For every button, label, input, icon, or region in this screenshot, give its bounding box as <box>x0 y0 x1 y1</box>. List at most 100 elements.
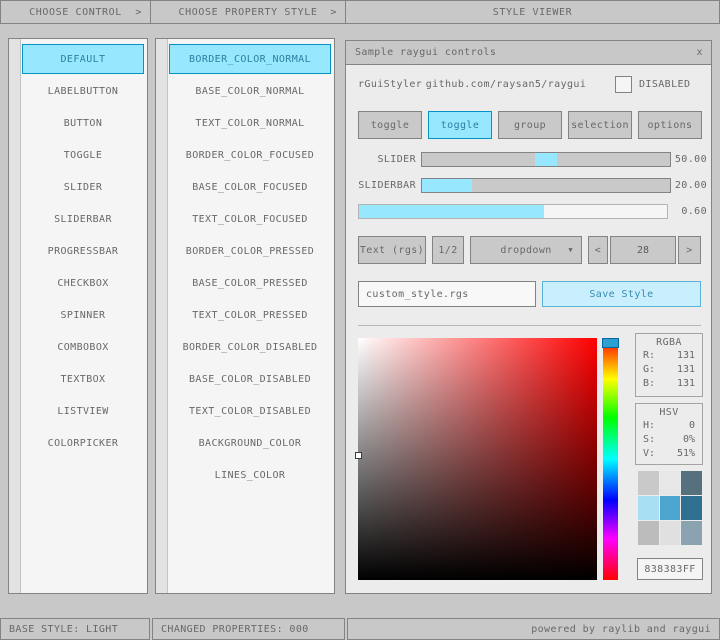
property-item-border-color-focused[interactable]: BORDER_COLOR_FOCUSED <box>169 140 331 170</box>
style-swatch <box>638 521 659 545</box>
spinner-increment-button[interactable]: > <box>678 236 701 264</box>
slider-track[interactable] <box>421 152 671 167</box>
property-item-text-color-focused[interactable]: TEXT_COLOR_FOCUSED <box>169 204 331 234</box>
hsv-s-value: 0% <box>683 434 695 445</box>
breadcrumb-label: CHOOSE PROPERTY STYLE <box>178 7 317 18</box>
toggle-group-item-4[interactable]: options <box>638 111 702 139</box>
rgba-b-value: 131 <box>677 378 695 389</box>
property-item-text-color-pressed[interactable]: TEXT_COLOR_PRESSED <box>169 300 331 330</box>
toggle-group-item-1[interactable]: toggle <box>428 111 492 139</box>
color-saturation-value-panel[interactable] <box>358 338 597 580</box>
style-swatch <box>681 471 702 495</box>
breadcrumb-choose-control: CHOOSE CONTROL > <box>0 0 151 24</box>
toggle-group-item-0[interactable]: toggle <box>358 111 422 139</box>
rgba-r-label: R: <box>643 350 655 361</box>
breadcrumb-style-viewer: STYLE VIEWER <box>345 0 720 24</box>
controls-list-scrollbar[interactable] <box>9 39 21 593</box>
property-item-border-color-pressed[interactable]: BORDER_COLOR_PRESSED <box>169 236 331 266</box>
hsv-h-label: H: <box>643 420 655 431</box>
property-item-background-color[interactable]: BACKGROUND_COLOR <box>169 428 331 458</box>
property-item-text-color-disabled[interactable]: TEXT_COLOR_DISABLED <box>169 396 331 426</box>
filename-input[interactable]: custom_style.rgs <box>358 281 536 307</box>
hue-bar[interactable] <box>603 338 618 580</box>
slider-handle[interactable] <box>535 153 557 166</box>
control-item-combobox[interactable]: COMBOBOX <box>22 332 144 362</box>
rgba-row-g: G: 131 <box>636 362 702 376</box>
toggle-group-item-3[interactable]: selection <box>568 111 632 139</box>
property-item-text-color-normal[interactable]: TEXT_COLOR_NORMAL <box>169 108 331 138</box>
color-cursor[interactable] <box>355 452 362 459</box>
property-item-border-color-normal[interactable]: BORDER_COLOR_NORMAL <box>169 44 331 74</box>
control-item-listview[interactable]: LISTVIEW <box>22 396 144 426</box>
property-item-lines-color[interactable]: LINES_COLOR <box>169 460 331 490</box>
window-titlebar[interactable]: Sample raygui controls x <box>346 41 711 65</box>
sliderbar-label: SLIDERBAR <box>346 180 416 191</box>
progressbar-value: 0.60 <box>673 206 707 217</box>
property-item-base-color-normal[interactable]: BASE_COLOR_NORMAL <box>169 76 331 106</box>
hsv-v-value: 51% <box>677 448 695 459</box>
control-item-labelbutton[interactable]: LABELBUTTON <box>22 76 144 106</box>
close-icon[interactable]: x <box>691 44 708 61</box>
property-item-border-color-disabled[interactable]: BORDER_COLOR_DISABLED <box>169 332 331 362</box>
rgba-r-value: 131 <box>677 350 695 361</box>
style-swatch <box>660 471 681 495</box>
control-item-textbox[interactable]: TEXTBOX <box>22 364 144 394</box>
arrow-right-icon: > <box>135 7 142 18</box>
property-item-base-color-disabled[interactable]: BASE_COLOR_DISABLED <box>169 364 331 394</box>
sliderbar-track[interactable] <box>421 178 671 193</box>
half-button[interactable]: 1/2 <box>432 236 464 264</box>
control-item-slider[interactable]: SLIDER <box>22 172 144 202</box>
hsv-group: HSV H: 0 S: 0% V: 51% <box>635 403 703 465</box>
control-item-spinner[interactable]: SPINNER <box>22 300 144 330</box>
control-item-default[interactable]: DEFAULT <box>22 44 144 74</box>
spinner-value[interactable]: 28 <box>610 236 676 264</box>
disabled-checkbox[interactable] <box>615 76 632 93</box>
status-base-style: BASE STYLE: LIGHT <box>0 618 150 640</box>
style-swatch <box>638 471 659 495</box>
rgba-group: RGBA R: 131 G: 131 B: 131 <box>635 333 703 397</box>
sample-controls-window: Sample raygui controls x rGuiStyler gith… <box>345 40 712 594</box>
control-item-checkbox[interactable]: CHECKBOX <box>22 268 144 298</box>
control-item-toggle[interactable]: TOGGLE <box>22 140 144 170</box>
hsv-row-h: H: 0 <box>636 418 702 432</box>
control-item-progressbar[interactable]: PROGRESSBAR <box>22 236 144 266</box>
slider-label: SLIDER <box>346 154 416 165</box>
status-powered-by-label: powered by raylib and raygui <box>531 624 711 635</box>
breadcrumb-label: STYLE VIEWER <box>493 7 572 18</box>
dropdown-label: dropdown <box>500 245 551 256</box>
control-item-button[interactable]: BUTTON <box>22 108 144 138</box>
progressbar <box>358 204 668 219</box>
style-swatch <box>660 496 681 520</box>
rguistyler-app: CHOOSE CONTROL > CHOOSE PROPERTY STYLE >… <box>0 0 720 640</box>
sliderbar-fill <box>422 179 472 192</box>
toggle-group-item-2[interactable]: group <box>498 111 562 139</box>
status-powered-by: powered by raylib and raygui <box>347 618 720 640</box>
breadcrumb-choose-property-style: CHOOSE PROPERTY STYLE > <box>150 0 346 24</box>
rgba-title: RGBA <box>636 334 702 348</box>
rgba-g-value: 131 <box>677 364 695 375</box>
hsv-s-label: S: <box>643 434 655 445</box>
style-swatch <box>660 521 681 545</box>
spinner-decrement-button[interactable]: < <box>588 236 608 264</box>
hue-handle[interactable] <box>602 338 619 348</box>
properties-list-scrollbar[interactable] <box>156 39 168 593</box>
style-swatch <box>638 496 659 520</box>
dropdown[interactable]: dropdown ▼ <box>470 236 582 264</box>
property-item-base-color-pressed[interactable]: BASE_COLOR_PRESSED <box>169 268 331 298</box>
chevron-down-icon: ▼ <box>568 246 573 254</box>
controls-list-panel: DEFAULT LABELBUTTON BUTTON TOGGLE SLIDER… <box>8 38 148 594</box>
control-item-colorpicker[interactable]: COLORPICKER <box>22 428 144 458</box>
text-rgs-button[interactable]: Text (rgs) <box>358 236 426 264</box>
disabled-checkbox-label: DISABLED <box>639 79 690 90</box>
status-changed-properties: CHANGED PROPERTIES: 000 <box>152 618 345 640</box>
control-item-sliderbar[interactable]: SLIDERBAR <box>22 204 144 234</box>
hsv-row-v: V: 51% <box>636 446 702 460</box>
hex-color-input[interactable]: 838383FF <box>637 558 703 580</box>
save-style-button[interactable]: Save Style <box>542 281 701 307</box>
progressbar-fill <box>359 205 544 218</box>
rgba-row-b: B: 131 <box>636 376 702 390</box>
controls-list: DEFAULT LABELBUTTON BUTTON TOGGLE SLIDER… <box>22 44 144 460</box>
hsv-h-value: 0 <box>689 420 695 431</box>
window-title: Sample raygui controls <box>346 47 496 58</box>
property-item-base-color-focused[interactable]: BASE_COLOR_FOCUSED <box>169 172 331 202</box>
